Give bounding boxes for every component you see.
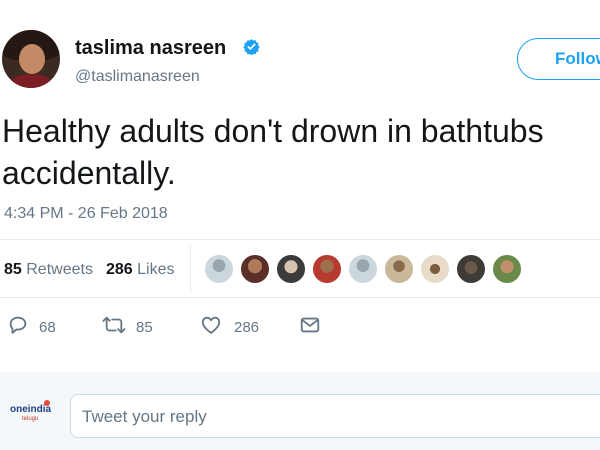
- liker-avatar[interactable]: [348, 254, 378, 284]
- retweets-stat[interactable]: 85 Retweets: [4, 261, 93, 279]
- reply-action[interactable]: 68: [7, 314, 67, 342]
- user-handle[interactable]: @taslimanasreen: [75, 68, 200, 86]
- liker-avatar[interactable]: [240, 254, 270, 284]
- liker-avatar[interactable]: [492, 254, 522, 284]
- retweets-label: Retweets: [26, 261, 93, 278]
- liker-avatar[interactable]: [276, 254, 306, 284]
- tweet-text-line-2: accidentally.: [2, 155, 176, 191]
- liker-avatar[interactable]: [384, 254, 414, 284]
- tweet-text-line-1: Healthy adults don't drown in bathtubs: [2, 113, 544, 149]
- like-action[interactable]: 286: [200, 314, 270, 342]
- likes-label: Likes: [137, 261, 175, 278]
- likes-stat[interactable]: 286 Likes: [106, 261, 175, 279]
- like-icon: [201, 316, 221, 334]
- retweet-icon: [102, 316, 126, 334]
- stats-separator: [190, 246, 191, 292]
- follow-button[interactable]: Follow: [517, 38, 600, 80]
- message-action[interactable]: [299, 314, 323, 342]
- retweets-count: 85: [4, 261, 22, 278]
- divider: [0, 297, 600, 298]
- likes-count: 286: [106, 261, 133, 278]
- message-icon: [300, 317, 320, 333]
- liker-avatar[interactable]: [204, 254, 234, 284]
- reply-input[interactable]: Tweet your reply: [70, 394, 600, 438]
- verified-badge-icon: [243, 39, 260, 55]
- reply-icon: [9, 316, 27, 334]
- tweet-timestamp[interactable]: 4:34 PM - 26 Feb 2018: [4, 205, 168, 223]
- divider: [0, 239, 600, 240]
- retweet-count: 85: [136, 319, 153, 336]
- oneindia-logo: oneindia telugu: [8, 396, 54, 430]
- profile-avatar[interactable]: [2, 30, 60, 88]
- reply-count: 68: [39, 319, 56, 336]
- retweet-action[interactable]: 85: [102, 314, 162, 342]
- tweet-text: Healthy adults don't drown in bathtubs a…: [2, 110, 592, 194]
- liker-avatar[interactable]: [312, 254, 342, 284]
- display-name[interactable]: taslima nasreen: [75, 37, 226, 60]
- like-count: 286: [234, 319, 260, 336]
- liker-avatar[interactable]: [420, 254, 450, 284]
- liker-avatar[interactable]: [456, 254, 486, 284]
